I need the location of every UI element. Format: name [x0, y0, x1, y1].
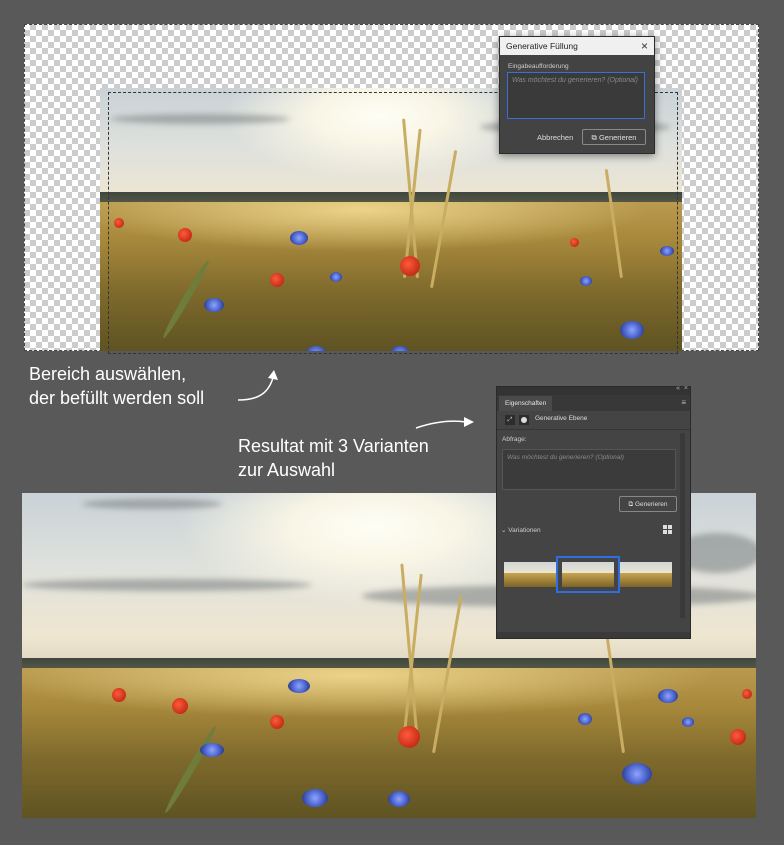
variation-thumbnail-3[interactable] — [620, 562, 672, 587]
tab-properties[interactable]: Eigenschaften — [499, 396, 553, 411]
panel-menu-icon[interactable]: ≡ — [681, 398, 686, 407]
annotation-select-area: Bereich auswählen, der befüllt werden so… — [29, 362, 204, 410]
cornflower — [288, 679, 310, 693]
query-input[interactable]: Was möchtest du generieren? (Optional) — [502, 449, 676, 490]
query-label: Abfrage: — [502, 436, 527, 443]
poppy-flower — [398, 726, 420, 748]
curved-arrow-icon — [237, 370, 278, 401]
collapse-icon[interactable]: « — [676, 385, 680, 392]
panel-generate-button[interactable]: ⧉ Generieren — [619, 496, 677, 512]
variations-header[interactable]: ⌄ Variationen — [501, 526, 541, 534]
layer-type-label: Generative Ebene — [535, 415, 588, 422]
variation-thumbnail-1[interactable] — [504, 562, 556, 587]
variation-thumbnail-2[interactable] — [556, 556, 620, 593]
cornflower — [682, 717, 694, 727]
generate-button[interactable]: ⧉ Generieren — [582, 129, 646, 145]
cornflower — [388, 791, 410, 807]
annotation-result: Resultat mit 3 Varianten zur Auswahl — [238, 434, 429, 482]
mask-icon[interactable] — [519, 415, 529, 425]
curved-arrow-icon — [415, 417, 474, 429]
annotation-line: zur Auswahl — [238, 460, 336, 480]
cornflower — [578, 713, 592, 725]
cancel-button[interactable]: Abbrechen — [537, 133, 573, 142]
cornflower — [658, 689, 678, 703]
cornflower — [622, 763, 652, 785]
panel-scrollbar[interactable] — [680, 433, 685, 618]
grid-view-icon[interactable] — [663, 525, 672, 534]
dialog-title: Generative Füllung — [506, 41, 578, 51]
panel-topbar: « × — [497, 385, 690, 395]
generative-layer-icon: ⤢ — [505, 415, 515, 425]
annotation-line: Bereich auswählen, — [29, 364, 187, 384]
panel-bottom-bar — [497, 632, 690, 638]
thumb-field — [504, 573, 556, 587]
cloud — [82, 499, 222, 509]
prompt-input[interactable]: Was möchtest du generieren? (Optional) — [507, 72, 645, 119]
poppy-flower — [270, 715, 284, 729]
thumb-field — [620, 573, 672, 587]
close-icon[interactable]: × — [684, 385, 688, 392]
annotation-line: Resultat mit 3 Varianten — [238, 436, 429, 456]
cloud — [22, 579, 312, 591]
properties-panel: « × Eigenschaften ≡ ⤢ Generative Ebene A… — [496, 385, 691, 639]
layer-type-row: ⤢ Generative Ebene — [497, 411, 690, 430]
prompt-label: Eingabeaufforderung — [508, 63, 569, 70]
thumb-field — [562, 573, 614, 587]
generate-icon: ⧉ — [591, 133, 599, 142]
close-icon[interactable]: × — [641, 37, 648, 55]
generate-label: Generieren — [634, 501, 668, 508]
poppy-flower — [730, 729, 746, 745]
annotation-line: der befüllt werden soll — [29, 388, 205, 408]
generate-label: Generieren — [598, 133, 637, 142]
cornflower — [200, 743, 224, 757]
generative-fill-dialog: Generative Füllung × Eingabeaufforderung… — [499, 36, 655, 154]
variations-label: Variationen — [508, 527, 541, 534]
poppy-flower — [172, 698, 188, 714]
panel-tabbar: Eigenschaften ≡ — [497, 395, 690, 411]
cornflower — [302, 789, 328, 807]
poppy-flower — [742, 689, 752, 699]
poppy-flower — [112, 688, 126, 702]
dialog-titlebar[interactable]: Generative Füllung × — [500, 37, 654, 55]
